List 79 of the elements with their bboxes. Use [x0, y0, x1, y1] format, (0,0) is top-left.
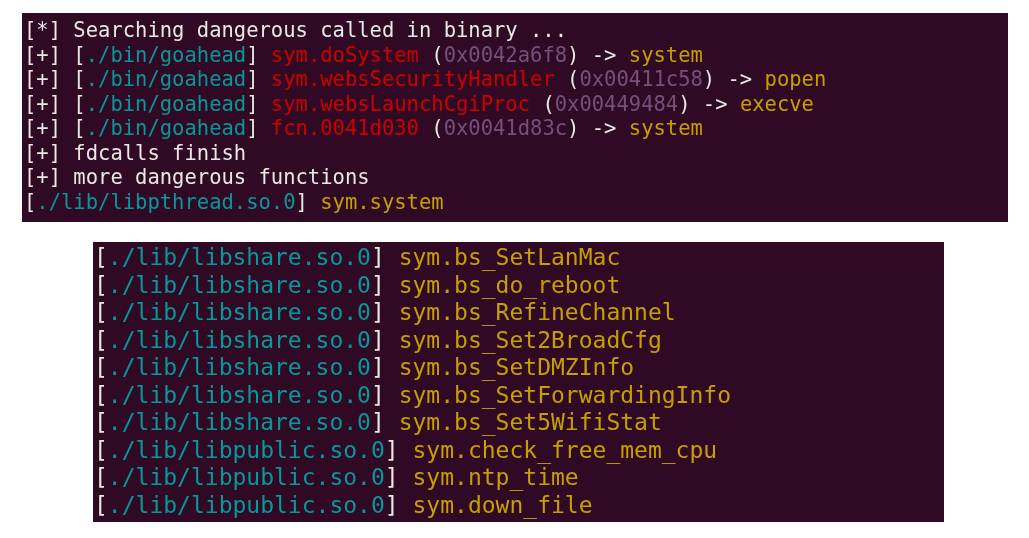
- console-text: [*] Searching dangerous called in binary ...: [24, 18, 568, 42]
- file-path: ./lib/libshare.so.0: [107, 354, 371, 380]
- console-text: ]: [370, 244, 386, 270]
- call-target: system: [628, 116, 703, 140]
- console-text: [: [94, 464, 108, 490]
- address: 0x0042a6f8: [443, 42, 568, 67]
- console-text: ) ->: [567, 116, 618, 140]
- function-name: sym.doSystem: [270, 42, 419, 67]
- console-text: [+] [: [24, 42, 86, 67]
- call-target: sym.ntp_time: [412, 464, 579, 490]
- file-path: ./lib/libshare.so.0: [107, 271, 371, 298]
- console-text: ]: [384, 464, 400, 490]
- call-target: sym.bs_RefineChannel: [398, 299, 676, 325]
- function-name: sym.websSecurityHandler: [270, 67, 555, 91]
- address: 0x0041d83c: [443, 116, 568, 140]
- function-name: sym.websLaunchCgiProc: [270, 91, 531, 116]
- call-target: sym.down_file: [412, 491, 593, 518]
- console-text: [: [24, 189, 37, 214]
- console-text: ]: [384, 491, 400, 518]
- console-text: [: [94, 409, 108, 435]
- call-target: sym.bs_Set5WifiStat: [398, 409, 662, 435]
- function-name: fcn.0041d030: [270, 116, 419, 140]
- console-text: [: [94, 381, 108, 408]
- console-text: ]: [370, 381, 386, 408]
- console-text: ) ->: [678, 91, 729, 116]
- call-target: system: [628, 42, 703, 67]
- console-text: (: [430, 116, 444, 140]
- file-path: ./lib/libshare.so.0: [107, 326, 371, 353]
- console-text: (: [430, 42, 444, 67]
- console-text: [+] fdcalls finish: [24, 140, 247, 165]
- console-text: ]: [246, 42, 260, 67]
- console-text: ]: [246, 116, 260, 140]
- console-text: ]: [370, 326, 386, 353]
- file-path: ./lib/libpthread.so.0: [36, 189, 296, 214]
- console-text: [: [94, 299, 108, 325]
- console-text: ]: [370, 271, 386, 298]
- call-target: sym.system: [320, 189, 444, 214]
- console-text: [+] more dangerous functions: [24, 165, 370, 189]
- file-path: ./lib/libpublic.so.0: [107, 491, 385, 518]
- console-text: ]: [370, 354, 386, 380]
- console-text: [: [94, 271, 108, 298]
- call-target: sym.check_free_mem_cpu: [412, 436, 718, 463]
- file-path: ./lib/libpublic.so.0: [107, 436, 385, 463]
- console-text: [+] [: [24, 116, 86, 140]
- file-path: ./bin/goahead: [85, 116, 247, 140]
- call-target: sym.bs_SetDMZInfo: [398, 354, 635, 380]
- console-text: [+] [: [24, 67, 86, 91]
- console-text: [: [94, 491, 108, 518]
- console-text: ) ->: [702, 67, 754, 91]
- call-target: execve: [739, 91, 814, 116]
- console-text: ]: [246, 91, 260, 116]
- address: 0x00411c58: [579, 67, 703, 91]
- call-target: sym.bs_Set2BroadCfg: [398, 326, 662, 353]
- call-target: sym.bs_do_reboot: [398, 271, 621, 298]
- console-text: ]: [370, 409, 386, 435]
- file-path: ./lib/libpublic.so.0: [107, 464, 385, 490]
- file-path: ./lib/libshare.so.0: [107, 409, 371, 435]
- call-target: sym.bs_SetLanMac: [398, 244, 621, 270]
- console-text: [: [94, 436, 108, 463]
- console-text: [: [94, 244, 108, 270]
- console-text: ]: [370, 299, 386, 325]
- console-text: ]: [295, 189, 309, 214]
- file-path: ./bin/goahead: [85, 42, 247, 67]
- console-text: ) ->: [567, 42, 618, 67]
- console-text: [: [94, 326, 108, 353]
- file-path: ./lib/libshare.so.0: [107, 381, 371, 408]
- console-text: [+] [: [24, 91, 86, 116]
- console-text: ]: [384, 436, 400, 463]
- file-path: ./lib/libshare.so.0: [107, 244, 371, 270]
- file-path: ./lib/libshare.so.0: [107, 299, 371, 325]
- call-target: popen: [764, 67, 827, 91]
- file-path: ./bin/goahead: [85, 67, 247, 91]
- address: 0x00449484: [554, 91, 679, 116]
- file-path: ./bin/goahead: [85, 91, 247, 116]
- call-target: sym.bs_SetForwardingInfo: [398, 381, 731, 408]
- console-text: (: [541, 91, 555, 116]
- console-text: [: [94, 354, 108, 380]
- console-text: (: [566, 67, 580, 91]
- console-text: ]: [246, 67, 260, 91]
